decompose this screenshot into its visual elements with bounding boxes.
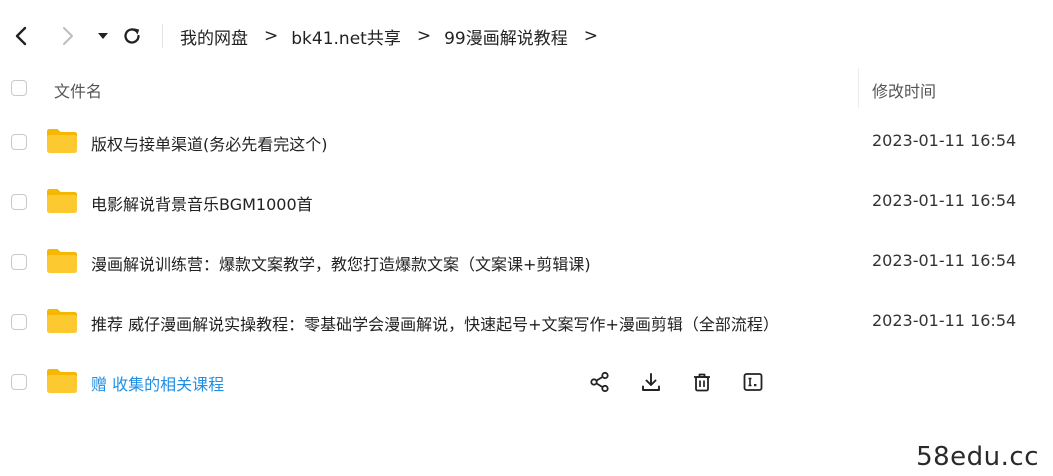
file-modified-time: 2023-01-11 16:54 bbox=[872, 251, 1017, 270]
breadcrumb-separator: > bbox=[583, 26, 598, 46]
toolbar-divider bbox=[162, 24, 163, 48]
file-name[interactable]: 赠 收集的相关课程 bbox=[91, 371, 224, 395]
breadcrumb-separator: > bbox=[416, 26, 432, 46]
file-row[interactable]: 版权与接单渠道(务必先看完这个) 2023-01-11 16:54 bbox=[0, 112, 1053, 172]
folder-icon bbox=[47, 249, 77, 273]
column-divider[interactable] bbox=[858, 68, 859, 108]
file-modified-time: 2023-01-11 16:54 bbox=[872, 311, 1017, 330]
breadcrumb-item[interactable]: bk41.net共享 bbox=[291, 24, 401, 49]
file-name[interactable]: 电影解说背景音乐BGM1000首 bbox=[91, 191, 313, 215]
file-modified-time: 2023-01-11 16:54 bbox=[872, 191, 1017, 210]
delete-icon bbox=[694, 373, 710, 392]
forward-button[interactable] bbox=[53, 22, 81, 50]
file-row[interactable]: 漫画解说训练营：爆款文案教学，教您打造爆款文案（文案课+剪辑课) 2023-01… bbox=[0, 232, 1053, 292]
file-row-hovered[interactable]: 赠 收集的相关课程 bbox=[0, 352, 1053, 412]
download-button[interactable] bbox=[636, 367, 666, 397]
forward-icon bbox=[63, 27, 73, 45]
row-checkbox[interactable] bbox=[11, 374, 27, 390]
refresh-icon bbox=[124, 28, 140, 44]
breadcrumb-item[interactable]: 99漫画解说教程 bbox=[444, 24, 568, 49]
file-row[interactable]: 电影解说背景音乐BGM1000首 2023-01-11 16:54 bbox=[0, 172, 1053, 232]
breadcrumb: 我的网盘 > bk41.net共享 > 99漫画解说教程 > bbox=[180, 22, 611, 50]
file-row[interactable]: 推荐 威仔漫画解说实操教程：零基础学会漫画解说，快速起号+文案写作+漫画剪辑（全… bbox=[0, 292, 1053, 352]
column-header-name[interactable]: 文件名 bbox=[54, 78, 102, 102]
dropdown-caret-icon bbox=[98, 33, 108, 39]
back-button[interactable] bbox=[8, 22, 36, 50]
folder-icon bbox=[47, 369, 77, 393]
back-icon bbox=[15, 26, 27, 46]
folder-icon bbox=[47, 309, 77, 333]
file-name[interactable]: 推荐 威仔漫画解说实操教程：零基础学会漫画解说，快速起号+文案写作+漫画剪辑（全… bbox=[91, 311, 779, 335]
folder-icon bbox=[47, 189, 77, 213]
download-icon bbox=[642, 373, 660, 391]
select-all-checkbox[interactable] bbox=[11, 80, 27, 96]
row-checkbox[interactable] bbox=[11, 314, 27, 330]
share-icon bbox=[590, 371, 609, 393]
toolbar: 我的网盘 > bk41.net共享 > 99漫画解说教程 > bbox=[0, 0, 1053, 72]
breadcrumb-separator: > bbox=[264, 26, 279, 46]
folder-icon bbox=[47, 129, 77, 153]
column-header-modified[interactable]: 修改时间 bbox=[872, 78, 936, 102]
file-modified-time: 2023-01-11 16:54 bbox=[872, 131, 1017, 150]
watermark: 58edu.cc bbox=[916, 442, 1039, 472]
share-button[interactable] bbox=[585, 367, 615, 397]
row-action-bar bbox=[585, 366, 789, 398]
rename-button[interactable] bbox=[738, 367, 768, 397]
history-dropdown-button[interactable] bbox=[89, 22, 117, 50]
file-list-header: 文件名 修改时间 bbox=[0, 66, 1053, 110]
breadcrumb-item[interactable]: 我的网盘 bbox=[180, 24, 248, 49]
row-checkbox[interactable] bbox=[11, 134, 27, 150]
refresh-button[interactable] bbox=[118, 22, 146, 50]
row-checkbox[interactable] bbox=[11, 254, 27, 270]
file-name[interactable]: 漫画解说训练营：爆款文案教学，教您打造爆款文案（文案课+剪辑课) bbox=[91, 251, 591, 275]
rename-icon bbox=[743, 373, 763, 391]
delete-button[interactable] bbox=[687, 367, 717, 397]
file-name[interactable]: 版权与接单渠道(务必先看完这个) bbox=[91, 131, 328, 155]
row-checkbox[interactable] bbox=[11, 194, 27, 210]
